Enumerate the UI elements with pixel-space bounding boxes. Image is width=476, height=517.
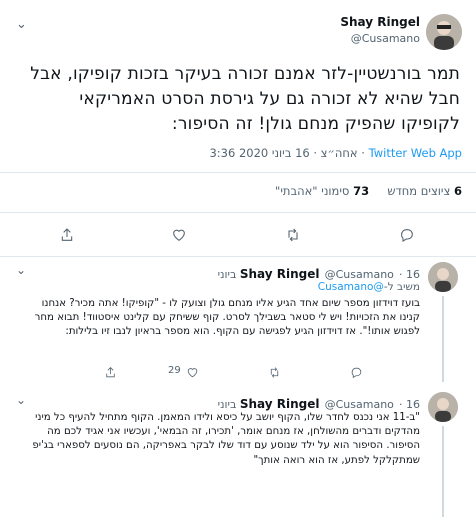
likes-stat[interactable]: 73 סימוני "אהבתי"	[275, 184, 369, 198]
share-button[interactable]	[58, 226, 76, 244]
retweet-icon	[270, 367, 279, 378]
tweet-source-app[interactable]: Twitter Web App	[369, 146, 462, 160]
reply-to-label: משיב ל-	[383, 281, 420, 293]
avatar-photo	[428, 392, 458, 422]
like-button[interactable]	[186, 364, 199, 383]
author-name[interactable]: Shay Ringel	[340, 15, 420, 29]
divider	[0, 256, 476, 257]
share-icon	[106, 367, 115, 378]
avatar-photo	[426, 14, 462, 50]
heart-icon	[187, 368, 198, 378]
reply-author-name[interactable]: Shay Ringel	[240, 397, 320, 411]
reply-author-handle[interactable]: @Cusamano	[325, 268, 394, 281]
reply-avatar[interactable]	[428, 392, 458, 422]
share-button[interactable]	[104, 364, 117, 383]
more-options-icon[interactable]: ⌄	[16, 17, 27, 32]
reply-button[interactable]	[350, 364, 363, 383]
retweets-label: ציוצים מחדש	[387, 184, 451, 198]
thread-line	[442, 296, 444, 382]
avatar-photo	[428, 262, 458, 292]
likes-label: סימוני "אהבתי"	[275, 184, 350, 198]
more-options-icon[interactable]: ⌄	[16, 393, 26, 407]
reply-author-name[interactable]: Shay Ringel	[240, 267, 320, 281]
retweets-count: 6	[453, 184, 462, 198]
divider	[0, 212, 476, 213]
reply-button[interactable]	[398, 226, 416, 244]
tweet-meta: 3:36 אחה״צ · 16 ביוני 2020 · Twitter Web…	[209, 146, 462, 160]
reply-author-handle[interactable]: @Cusamano	[325, 398, 394, 411]
share-icon	[61, 228, 73, 241]
reply-header: Shay Ringel @Cusamano · 16 ביוני	[217, 397, 420, 411]
reply-text: "ב-11 אני נכנס לחדר שלו, הקוף יושב על כי…	[32, 412, 420, 466]
reply-text: בועז דוידזון מספר שיום אחד הגיע אליו מנח…	[34, 298, 420, 338]
reply-icon	[351, 367, 362, 379]
more-options-icon[interactable]: ⌄	[16, 263, 26, 277]
divider	[0, 172, 476, 173]
thread-line	[442, 426, 444, 517]
retweets-stat[interactable]: 6 ציוצים מחדש	[387, 184, 462, 198]
like-count: 29	[168, 365, 181, 376]
like-button[interactable]	[170, 226, 188, 244]
heart-icon	[173, 229, 185, 241]
reply-icon	[401, 229, 413, 242]
reply-avatar[interactable]	[428, 262, 458, 292]
tweet-stats: 6 ציוצים מחדש 73 סימוני "אהבתי"	[275, 184, 462, 198]
retweet-button[interactable]	[268, 364, 281, 383]
reply-header: Shay Ringel @Cusamano · 16 ביוני	[217, 267, 420, 281]
reply-to-line: משיב ל-@Cusamano	[318, 281, 420, 293]
tweet-time[interactable]: 3:36 אחה״צ · 16 ביוני 2020	[209, 146, 357, 160]
retweet-icon	[288, 228, 298, 242]
avatar[interactable]	[426, 14, 462, 50]
retweet-button[interactable]	[284, 226, 302, 244]
author-handle[interactable]: @Cusamano	[351, 32, 420, 45]
likes-count: 73	[353, 184, 370, 198]
reply-to-handle[interactable]: @Cusamano	[318, 281, 384, 293]
tweet-text: תמר בורנשטיין-לזר אמנם זכורה בעיקר בזכות…	[30, 64, 460, 134]
